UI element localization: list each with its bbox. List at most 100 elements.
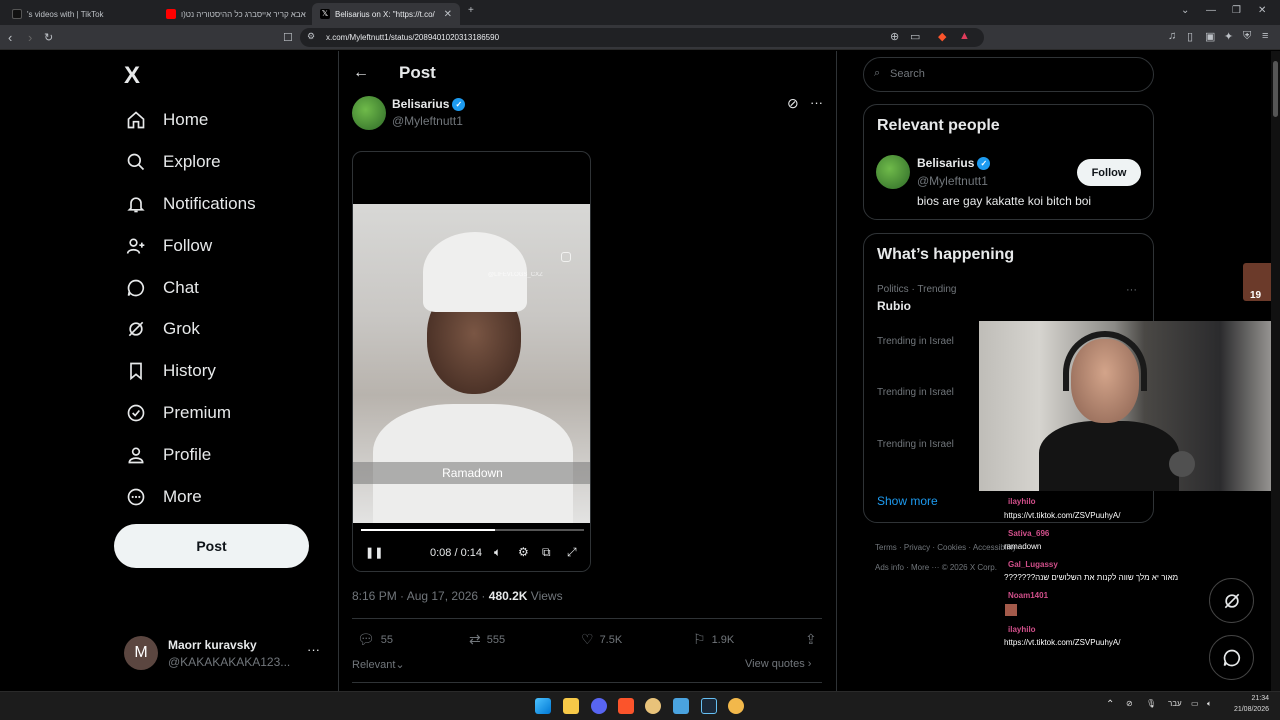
view-quotes-link[interactable]: View quotes ›	[745, 658, 811, 670]
brave-shields-icon[interactable]: ◆	[938, 30, 946, 43]
app-icon[interactable]	[645, 698, 661, 714]
sidebar-item-history[interactable]: History	[124, 351, 216, 391]
reply-button[interactable]: 💬︎ 55	[357, 631, 393, 648]
sidebar-item-notifications[interactable]: Notifications	[124, 184, 256, 224]
sidebar-item-premium[interactable]: Premium	[124, 393, 231, 433]
microphone-icon[interactable]: 🎙︎	[1146, 699, 1156, 708]
sidebar-item-grok[interactable]: Grok	[124, 309, 200, 349]
extensions-icon[interactable]: ✦	[1224, 30, 1233, 43]
sidebar-item-chat[interactable]: Chat	[124, 268, 199, 308]
share-button[interactable]: ⇪	[805, 631, 823, 648]
footer-link[interactable]: Cookies	[937, 543, 966, 552]
new-tab-icon[interactable]: +	[468, 5, 474, 16]
pip-icon[interactable]: ⧉	[542, 545, 551, 560]
media-icon[interactable]: ♫	[1168, 30, 1176, 42]
trend-context[interactable]: Trending in Israel	[877, 439, 954, 450]
messages-float-button[interactable]	[1209, 635, 1254, 680]
close-tab-icon[interactable]: ✕	[444, 9, 452, 20]
person-avatar[interactable]	[876, 155, 910, 189]
vpn-icon[interactable]: ⛨	[1243, 30, 1251, 43]
grok-float-button[interactable]	[1209, 578, 1254, 623]
sidebar-item-home[interactable]: Home	[124, 100, 208, 140]
windows-start-icon[interactable]	[535, 698, 551, 714]
person-name-row[interactable]: Belisarius ✓	[917, 156, 991, 170]
clock-time[interactable]: 21:34	[1233, 695, 1269, 702]
fullscreen-icon[interactable]: ⤢	[567, 545, 577, 560]
video-progress-bar[interactable]	[361, 529, 584, 531]
browser-tab-tiktok[interactable]: 's videos with | TikTok	[4, 3, 154, 25]
back-arrow-icon[interactable]: ←	[353, 64, 369, 82]
sidebar-item-more[interactable]: More	[124, 477, 202, 517]
browser-tab-youtube[interactable]: אבא קריר אייסברג כל ההיסטוריה נט(ו	[158, 3, 308, 25]
post-timestamp[interactable]: 8:16 PM · Aug 17, 2026 ·	[352, 589, 489, 603]
bookmark-page-icon[interactable]: ☐	[283, 31, 293, 44]
tab-list-icon[interactable]: ⌄	[1181, 5, 1189, 16]
account-switcher[interactable]: M Maorr kuravsky @KAKAKAKAKA123... ···	[124, 634, 324, 674]
follow-button[interactable]: Follow	[1077, 159, 1141, 186]
volume-icon[interactable]: 🔈︎	[1207, 699, 1212, 709]
sort-replies-dropdown[interactable]: Relevant⌄	[352, 658, 405, 671]
more-horizontal-icon[interactable]: ···	[1126, 284, 1137, 296]
author-avatar[interactable]	[352, 96, 386, 130]
back-icon[interactable]: ‹	[8, 30, 12, 45]
steam-icon[interactable]	[701, 698, 717, 714]
brave-rewards-icon[interactable]: ▲	[959, 30, 970, 42]
footer-link[interactable]: More ···	[911, 563, 939, 572]
settings-icon[interactable]: ⚙	[518, 545, 529, 559]
sidebar-item-profile[interactable]: Profile	[124, 435, 211, 475]
site-info-icon[interactable]: ⚙	[307, 31, 315, 42]
menu-icon[interactable]: ≡	[1262, 30, 1268, 42]
app-icon[interactable]	[728, 698, 744, 714]
author-name-row[interactable]: Belisarius ✓	[392, 97, 466, 111]
post-button[interactable]: Post	[114, 524, 309, 568]
brave-browser-icon[interactable]	[618, 698, 634, 714]
footer-link[interactable]: Terms	[875, 543, 897, 552]
url-field[interactable]: x.com/Myleftnutt1/status/208940102031318…	[300, 28, 984, 47]
bookmark-button[interactable]: ⚐ 1.9K	[693, 631, 734, 648]
like-button[interactable]: ♡ 7.5K	[581, 631, 622, 648]
wallet-icon[interactable]: ▣	[1205, 30, 1215, 43]
views-count: 480.2K	[488, 589, 528, 603]
reload-icon[interactable]: ↻	[44, 31, 53, 44]
search-input[interactable]: ⌕ Search	[863, 57, 1154, 92]
trend-context[interactable]: Trending in Israel	[877, 387, 954, 398]
footer-link[interactable]: Ads info	[875, 563, 904, 572]
clock-date[interactable]: 21/08/2026	[1226, 706, 1269, 713]
grok-icon[interactable]: ⊘	[787, 95, 799, 112]
instagram-icon	[561, 252, 571, 262]
youtube-icon	[166, 9, 176, 19]
sidebar-toggle-icon[interactable]: ▯	[1187, 30, 1193, 43]
show-more-link[interactable]: Show more	[877, 494, 938, 508]
language-indicator[interactable]: עבר	[1168, 699, 1182, 708]
close-window-icon[interactable]: ✕	[1258, 5, 1266, 16]
network-icon[interactable]: ⊘	[1126, 699, 1133, 708]
trend-context[interactable]: Politics · Trending	[877, 284, 956, 295]
zoom-icon[interactable]: ⊕	[890, 30, 899, 43]
trend-context[interactable]: Trending in Israel	[877, 336, 954, 347]
tray-overflow-icon[interactable]: ⌃	[1106, 699, 1114, 710]
footer-link[interactable]: Privacy	[904, 543, 930, 552]
repost-button[interactable]: ⇄ 555	[469, 631, 505, 648]
minimize-icon[interactable]: —	[1206, 5, 1216, 16]
discord-icon[interactable]	[591, 698, 607, 714]
video-player[interactable]: @LIFEVLOGS_CXZ Ramadown ❚❚ 0:08 / 0:14 🔈…	[352, 151, 591, 572]
maximize-icon[interactable]: ❐	[1232, 5, 1241, 16]
cast-icon[interactable]: ▭	[910, 30, 920, 43]
author-handle[interactable]: @Myleftnutt1	[392, 114, 463, 128]
more-horizontal-icon[interactable]: ···	[307, 642, 320, 657]
volume-icon[interactable]: 🔈︎	[494, 545, 501, 560]
forward-icon[interactable]: ›	[28, 30, 32, 45]
browser-tab-x[interactable]: 𝕏 Belisarius on X: "https://t.co/ ✕	[312, 3, 460, 25]
sidebar-item-explore[interactable]: Explore	[124, 142, 221, 182]
pause-icon[interactable]: ❚❚	[365, 546, 383, 559]
video-frame[interactable]: @LIFEVLOGS_CXZ Ramadown	[353, 204, 590, 524]
person-handle[interactable]: @Myleftnutt1	[917, 174, 988, 188]
more-horizontal-icon[interactable]: ···	[810, 95, 823, 110]
page-scrollbar[interactable]	[1271, 51, 1280, 691]
sidebar-item-follow[interactable]: Follow	[124, 226, 212, 266]
x-logo[interactable]: X	[124, 62, 140, 90]
file-explorer-icon[interactable]	[563, 698, 579, 714]
trend-name[interactable]: Rubio	[877, 299, 911, 313]
app-icon[interactable]	[673, 698, 689, 714]
network-wired-icon[interactable]: ▭	[1191, 699, 1199, 708]
